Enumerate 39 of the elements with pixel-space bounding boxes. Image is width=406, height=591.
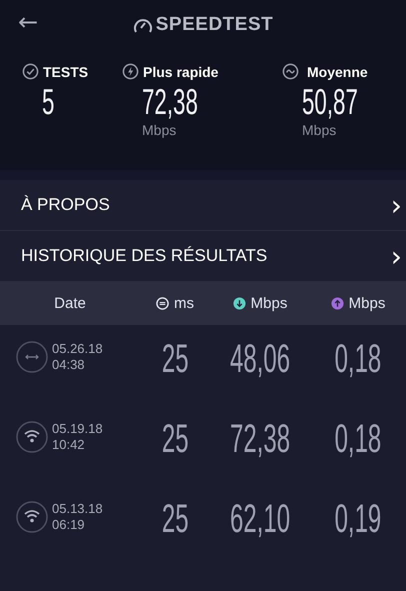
wave-circle-icon [282, 63, 299, 80]
download-value: 62,10 [230, 501, 290, 537]
stat-value: 72,38 [142, 82, 198, 122]
back-button[interactable]: ← [14, 8, 42, 36]
test-time: 06:19 [52, 517, 86, 533]
check-circle-icon [22, 63, 39, 80]
stat-value: 50,87 [302, 82, 358, 122]
stat-label: TESTS [43, 64, 88, 80]
column-header: Date [54, 295, 86, 312]
stat-label: Moyenne [307, 64, 368, 80]
upload-value: 0,18 [334, 341, 382, 377]
wifi-icon [16, 501, 48, 533]
upload-value: 0,19 [334, 501, 382, 537]
ping-value: 25 [162, 501, 188, 537]
test-date: 05.19.18 [52, 421, 103, 437]
column-header: ms [174, 295, 194, 312]
app-logo: SPEEDTEST [156, 14, 274, 36]
upload-icon [330, 297, 344, 310]
download-value: 48,06 [230, 341, 290, 377]
stat-unit: Mbps [142, 122, 176, 138]
gauge-icon [132, 16, 153, 34]
test-time: 10:42 [52, 437, 86, 453]
ping-value: 25 [162, 421, 188, 457]
ping-icon [156, 297, 169, 310]
stat-value: 5 [42, 82, 54, 122]
stat-unit: Mbps [302, 122, 336, 138]
bolt-circle-icon [122, 63, 139, 80]
test-date: 05.13.18 [52, 501, 103, 517]
stat-label: Plus rapide [143, 64, 218, 80]
column-header: Mbps [348, 295, 386, 312]
test-time: 04:38 [52, 357, 86, 373]
column-header: Mbps [250, 295, 288, 312]
ping-value: 25 [162, 341, 188, 377]
wifi-icon [16, 421, 48, 453]
download-icon [232, 297, 246, 310]
test-date: 05.26.18 [52, 341, 103, 357]
upload-value: 0,18 [334, 421, 382, 457]
download-value: 72,38 [230, 421, 290, 457]
ethernet-icon [16, 341, 48, 373]
